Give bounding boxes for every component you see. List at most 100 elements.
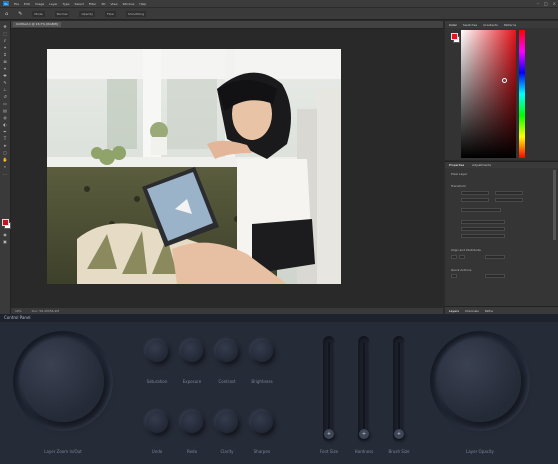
- menu-select[interactable]: Select: [75, 2, 84, 6]
- eyedropper-tool-icon[interactable]: ⌖: [2, 67, 8, 71]
- path-select-tool-icon[interactable]: ➤: [2, 144, 8, 148]
- tab-channels[interactable]: Channels: [465, 309, 479, 313]
- menu-type[interactable]: Type: [63, 2, 70, 6]
- pen-tool-icon[interactable]: ✒: [2, 130, 8, 134]
- foreground-color-chip[interactable]: [451, 33, 458, 40]
- crop-tool-icon[interactable]: ⌗: [2, 53, 8, 57]
- clone-stamp-tool-icon[interactable]: ⊥: [2, 88, 8, 92]
- hand-tool-icon[interactable]: ✋: [2, 158, 8, 162]
- height-field[interactable]: [461, 198, 489, 202]
- control-panel-title: Control Panel: [0, 314, 558, 322]
- menu-view[interactable]: View: [110, 2, 117, 6]
- tab-layers[interactable]: Layers: [449, 309, 459, 313]
- color-picker-cursor[interactable]: [502, 78, 507, 83]
- tab-paths[interactable]: Paths: [485, 309, 493, 313]
- zoom-dial[interactable]: [22, 340, 104, 422]
- sharpen-knob[interactable]: [251, 411, 273, 433]
- contrast-knob[interactable]: [216, 340, 238, 362]
- clarity-knob[interactable]: [216, 411, 238, 433]
- undo-label: Undo: [151, 449, 163, 454]
- document-tab-bar: Untitled-1 @ 16.7% (RGB/8): [11, 21, 443, 29]
- gradient-tool-icon[interactable]: ▤: [2, 109, 8, 113]
- angle-field[interactable]: [461, 208, 501, 212]
- opacity-dial[interactable]: [439, 340, 521, 422]
- align-left-icon[interactable]: [451, 255, 457, 259]
- redo-knob[interactable]: [181, 411, 203, 433]
- quick-mask-icon[interactable]: ◉: [2, 233, 8, 237]
- tab-swatches[interactable]: Swatches: [463, 23, 477, 27]
- menu-layer[interactable]: Layer: [49, 2, 57, 6]
- close-icon[interactable]: ×: [553, 1, 556, 6]
- foreground-color-swatch[interactable]: [2, 219, 9, 226]
- brightness-knob[interactable]: [251, 340, 273, 362]
- opacity-option[interactable]: Opacity: [79, 10, 95, 17]
- width-field[interactable]: [461, 191, 489, 195]
- lasso-tool-icon[interactable]: ℓ: [2, 39, 8, 43]
- y-field[interactable]: [495, 198, 523, 202]
- saturation-knob[interactable]: [146, 340, 168, 362]
- align-option[interactable]: [485, 255, 505, 259]
- resolution-field[interactable]: [461, 227, 505, 231]
- menu-filter[interactable]: Filter: [89, 2, 96, 6]
- tab-properties[interactable]: Properties: [449, 163, 464, 167]
- tab-color[interactable]: Color: [449, 23, 457, 27]
- mode-option[interactable]: Mode: [32, 10, 45, 17]
- home-icon[interactable]: ⌂: [5, 11, 8, 17]
- brush-tool-icon[interactable]: ✎: [2, 81, 8, 85]
- healing-tool-icon[interactable]: ✚: [2, 74, 8, 78]
- menu-edit[interactable]: Edit: [24, 2, 30, 6]
- blend-mode-select[interactable]: Normal: [54, 10, 70, 17]
- pixel-layer-label: Pixel Layer: [451, 172, 468, 176]
- flow-option[interactable]: Flow: [104, 10, 116, 17]
- history-brush-tool-icon[interactable]: ↺: [2, 95, 8, 99]
- font-size-slider-handle[interactable]: +: [324, 429, 334, 439]
- marquee-tool-icon[interactable]: ⬚: [2, 32, 8, 36]
- shape-tool-icon[interactable]: ▢: [2, 151, 8, 155]
- hue-slider[interactable]: [519, 30, 525, 158]
- menu-help[interactable]: Help: [139, 2, 146, 6]
- menu-image[interactable]: Image: [35, 2, 44, 6]
- frame-tool-icon[interactable]: ⊠: [2, 60, 8, 64]
- hardness-slider-handle[interactable]: +: [359, 429, 369, 439]
- align-center-icon[interactable]: [459, 255, 465, 259]
- minimize-icon[interactable]: –: [537, 1, 539, 6]
- saturation-label: Saturation: [146, 379, 168, 384]
- properties-scrollbar[interactable]: [553, 170, 556, 240]
- color-field[interactable]: [461, 30, 516, 158]
- brush-tool-icon[interactable]: ✎: [18, 11, 22, 17]
- eraser-tool-icon[interactable]: ▭: [2, 102, 8, 106]
- blur-tool-icon[interactable]: ◍: [2, 116, 8, 120]
- undo-knob[interactable]: [146, 411, 168, 433]
- type-tool-icon[interactable]: T: [2, 137, 8, 141]
- tab-gradients[interactable]: Gradients: [483, 23, 498, 27]
- document-tab[interactable]: Untitled-1 @ 16.7% (RGB/8): [13, 22, 61, 27]
- remove-bg-icon[interactable]: [451, 274, 457, 278]
- document-image[interactable]: [47, 49, 341, 284]
- quick-select-tool-icon[interactable]: ✦: [2, 46, 8, 50]
- hardness-slider[interactable]: +: [358, 336, 370, 442]
- exposure-knob[interactable]: [181, 340, 203, 362]
- tab-patterns[interactable]: Patterns: [504, 23, 516, 27]
- move-tool-icon[interactable]: ✥: [2, 25, 8, 29]
- dodge-tool-icon[interactable]: ◐: [2, 123, 8, 127]
- mode-field[interactable]: [461, 234, 505, 238]
- x-field[interactable]: [495, 191, 523, 195]
- more-tools-icon[interactable]: …: [2, 172, 8, 176]
- tab-adjustments[interactable]: Adjustments: [472, 163, 491, 167]
- select-subject-option[interactable]: [485, 274, 505, 278]
- brush-size-slider-handle[interactable]: +: [394, 429, 404, 439]
- align-section-label: Align and Distribute: [451, 248, 481, 252]
- quick-actions-label: Quick Actions: [451, 268, 472, 272]
- menu-3d[interactable]: 3D: [101, 2, 105, 6]
- maximize-icon[interactable]: □: [544, 1, 548, 6]
- toolbar: ✥ ⬚ ℓ ✦ ⌗ ⊠ ⌖ ✚ ✎ ⊥ ↺ ▭ ▤ ◍ ◐ ✒ T ➤ ▢ ✋ …: [0, 21, 11, 314]
- menu-file[interactable]: File: [14, 2, 19, 6]
- brush-size-slider[interactable]: +: [393, 336, 405, 442]
- screen-mode-icon[interactable]: ▣: [2, 240, 8, 244]
- color-panel: [445, 28, 558, 160]
- zoom-tool-icon[interactable]: ⌕: [2, 165, 8, 169]
- menu-window[interactable]: Window: [123, 2, 135, 6]
- canvas-size-field[interactable]: [461, 220, 505, 224]
- smoothing-option[interactable]: Smoothing: [125, 10, 147, 17]
- font-size-slider[interactable]: +: [323, 336, 335, 442]
